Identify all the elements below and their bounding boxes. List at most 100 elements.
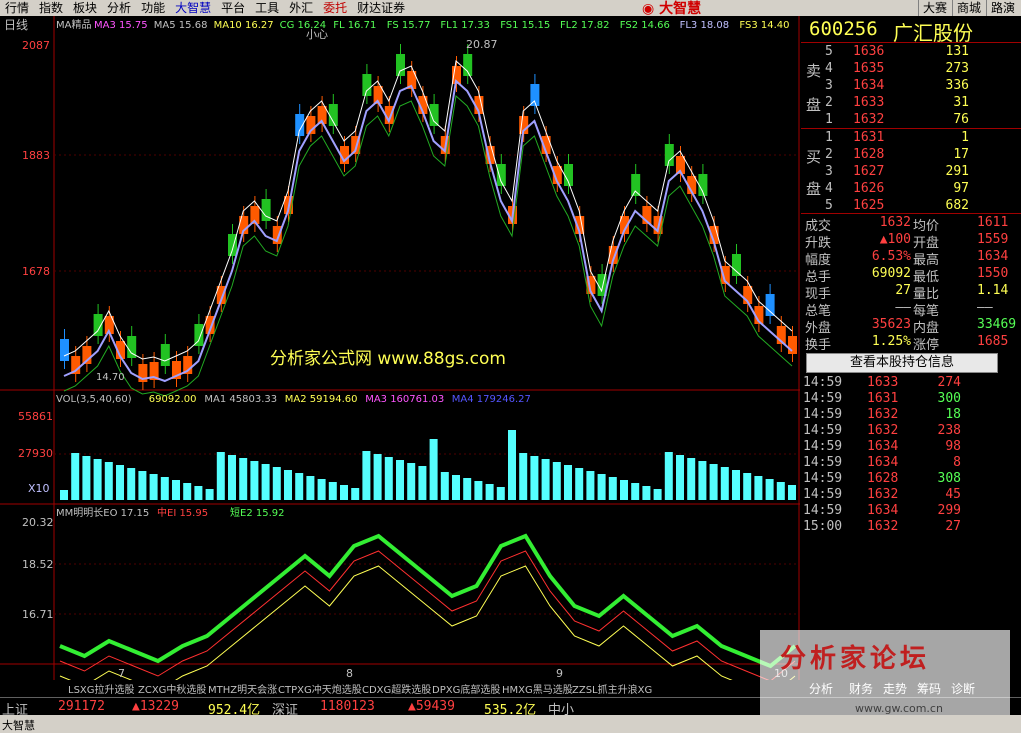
volume-bar bbox=[261, 464, 270, 500]
tick-row: 14:59 1634 8 bbox=[803, 455, 961, 470]
candle-body bbox=[362, 74, 372, 96]
volume-bar bbox=[407, 463, 416, 500]
volume-scale: X10 bbox=[28, 482, 50, 495]
formula-tab[interactable]: ZCXG中秋选股 bbox=[138, 681, 206, 696]
bid-row[interactable]: 3 1627 291 bbox=[801, 164, 1021, 181]
volume-bar bbox=[362, 451, 371, 500]
volume-bar bbox=[452, 475, 460, 500]
volume-legend-item: 69092.00 bbox=[149, 394, 197, 405]
volume-bar bbox=[474, 481, 483, 500]
volume-bar bbox=[586, 471, 595, 500]
chart-area[interactable]: 日线 2087 1883 1678 MA精品 MA3 15.75 MA5 15.68… bbox=[0, 16, 800, 680]
ma-legend-item: MA10 16.27 bbox=[214, 20, 274, 31]
stat-row: 总笔 —— 每笔 —— bbox=[805, 300, 993, 319]
volume-bar bbox=[205, 489, 214, 500]
formula-tab[interactable]: LSXG拉升选股 bbox=[68, 681, 135, 696]
roadshow-button[interactable]: 路演 bbox=[986, 0, 1019, 16]
volume-bar bbox=[597, 474, 606, 500]
ma-legend-item: FS2 14.66 bbox=[620, 20, 670, 31]
volume-bar bbox=[687, 458, 696, 500]
menu-item-tools[interactable]: 工具 bbox=[250, 0, 284, 16]
note-label: 小心 bbox=[306, 28, 328, 41]
formula-tab[interactable]: DPXG底部选股 bbox=[432, 681, 500, 696]
bid-row[interactable]: 2 1628 17 bbox=[801, 147, 1021, 164]
volume-bar bbox=[351, 488, 360, 500]
bid-row[interactable]: 5 1625 682 bbox=[801, 198, 1021, 215]
volume-bar bbox=[720, 467, 729, 500]
menu-item-platform[interactable]: 平台 bbox=[216, 0, 250, 16]
stock-code: 600256 bbox=[809, 18, 878, 40]
volume-bar bbox=[653, 489, 662, 500]
volume-bar bbox=[216, 452, 225, 500]
volume-bar bbox=[485, 484, 494, 500]
bid-row[interactable]: 4 1626 97 bbox=[801, 181, 1021, 198]
menu-item-analysis[interactable]: 分析 bbox=[102, 0, 136, 16]
volume-legend-item: MA2 59194.60 bbox=[285, 394, 358, 405]
ask-row[interactable]: 5 1636 131 bbox=[801, 44, 1021, 61]
stat-row: 外盘 35623 内盘 33469 bbox=[805, 317, 1017, 336]
ma-line bbox=[63, 79, 793, 383]
volume-bar bbox=[463, 478, 472, 500]
ask-row[interactable]: 3 1634 336 bbox=[801, 78, 1021, 95]
tick-row: 14:59 1631 300 bbox=[803, 391, 961, 406]
holdings-button[interactable]: 查看本股持仓信息 bbox=[806, 353, 998, 373]
volume-bar bbox=[194, 486, 203, 500]
stat-row: 总手 69092 最低 1550 bbox=[805, 266, 1009, 285]
volume-legend-item: VOL(3,5,40,60) bbox=[56, 394, 132, 405]
indicator-tick: 16.71 bbox=[22, 608, 54, 621]
volume-bar bbox=[284, 470, 292, 500]
tick-row: 14:59 1628 308 bbox=[803, 471, 961, 486]
volume-bar bbox=[732, 470, 740, 500]
volume-bar bbox=[608, 477, 617, 500]
indicator-long-line bbox=[59, 565, 796, 680]
ask-row[interactable]: 1 1632 76 bbox=[801, 112, 1021, 129]
volume-bar bbox=[552, 462, 561, 500]
volume-bar bbox=[149, 474, 158, 500]
indicator-legend-item: 短E2 15.92 bbox=[230, 506, 285, 519]
volume-bar bbox=[250, 461, 259, 500]
menu-item-broker[interactable]: 财达证券 bbox=[352, 0, 410, 16]
indicator-legend: MM明明长EO 17.15 中EI 15.95 短E2 15.92 bbox=[56, 506, 285, 519]
menu-item-quotes[interactable]: 行情 bbox=[0, 0, 34, 16]
volume-bar bbox=[776, 482, 785, 500]
volume-bar bbox=[93, 459, 102, 500]
ask-row[interactable]: 2 1633 31 bbox=[801, 95, 1021, 112]
menu-item-dzh[interactable]: 大智慧 bbox=[170, 0, 216, 16]
volume-bar bbox=[306, 476, 315, 500]
candle-body bbox=[732, 254, 741, 276]
volume-bar bbox=[71, 453, 80, 500]
indicator-tick: 18.52 bbox=[22, 558, 54, 571]
formula-tab[interactable]: ZZSL抓主升浪XG bbox=[572, 681, 652, 696]
volume-bar bbox=[642, 486, 651, 500]
volume-bar bbox=[709, 464, 718, 500]
menu-item-trade[interactable]: 委托 bbox=[318, 0, 352, 16]
volume-bar bbox=[104, 462, 113, 500]
volume-bar bbox=[429, 439, 438, 500]
tick-row: 14:59 1633 274 bbox=[803, 375, 961, 390]
formula-tab[interactable]: MTHZ明天会涨 bbox=[208, 681, 277, 696]
volume-legend-item: MA4 179246.27 bbox=[452, 394, 531, 405]
ask-row[interactable]: 4 1635 273 bbox=[801, 61, 1021, 78]
volume-bar bbox=[496, 487, 505, 500]
formula-tab[interactable]: CDXG超跌选股 bbox=[362, 681, 431, 696]
stat-row: 现手 27 量比 1.14 bbox=[805, 283, 1009, 302]
formula-tab[interactable]: HMXG黑马选股 bbox=[502, 681, 573, 696]
candle-body bbox=[396, 54, 405, 76]
formula-tab[interactable]: CTPXG冲天炮选股 bbox=[278, 681, 362, 696]
menu-item-function[interactable]: 功能 bbox=[136, 0, 170, 16]
quote-panel: 600256 广汇股份 卖 盘 买 盘 5 1636 131 4 1635 273 3 163… bbox=[801, 16, 1021, 680]
volume-bar bbox=[519, 453, 528, 500]
menu-item-index[interactable]: 指数 bbox=[34, 0, 68, 16]
tick-row: 14:59 1632 18 bbox=[803, 407, 961, 422]
menu-item-sector[interactable]: 板块 bbox=[68, 0, 102, 16]
contest-button[interactable]: 大赛 bbox=[918, 0, 951, 16]
menu-item-forex[interactable]: 外汇 bbox=[284, 0, 318, 16]
bid-row[interactable]: 1 1631 1 bbox=[801, 130, 1021, 147]
mall-button[interactable]: 商城 bbox=[952, 0, 985, 16]
formula-tabbar: LSXG拉升选股 ZCXG中秋选股 MTHZ明天会涨 CTPXG冲天炮选股 CDXG超跌… bbox=[0, 680, 800, 696]
volume-bar bbox=[340, 485, 348, 500]
volume-bar bbox=[765, 479, 774, 500]
ma-legend-item: FL2 17.82 bbox=[560, 20, 610, 31]
volume-bar bbox=[620, 480, 628, 500]
forum-url: www.gw.com.cn bbox=[855, 702, 943, 715]
